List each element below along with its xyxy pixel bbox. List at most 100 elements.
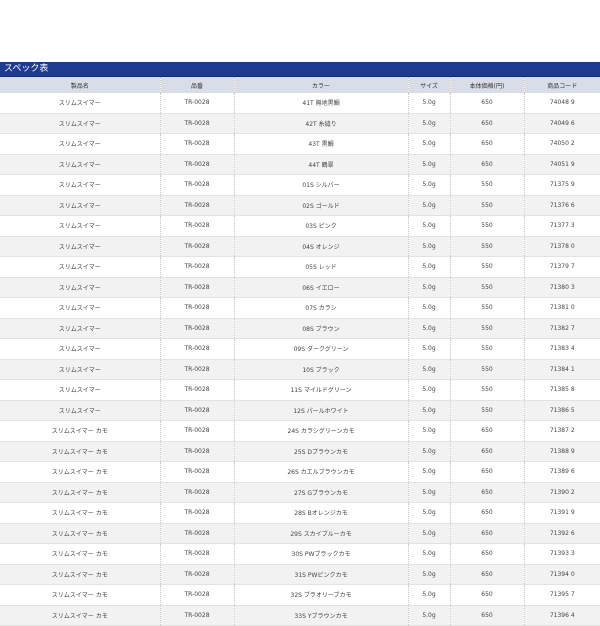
header-color: カラー bbox=[234, 77, 409, 93]
table-row: スリムスイマー カモ TR-0028 26S カエルブラウンカモ 5.0g 650 713… bbox=[0, 461, 600, 483]
cell-product-name: スリムスイマー カモ bbox=[0, 564, 161, 585]
cell-product-name: スリムスイマー bbox=[0, 174, 161, 196]
cell-size: 5.0g bbox=[408, 523, 451, 544]
cell-size: 5.0g bbox=[408, 236, 451, 257]
table-row: スリムスイマー TR-0028 07S カラシ 5.0g 550 71381 0 bbox=[0, 297, 600, 319]
cell-product-code: 71385 8 bbox=[524, 379, 600, 401]
cell-product-name: スリムスイマー bbox=[0, 113, 161, 134]
cell-color: 03S ピンク bbox=[234, 215, 409, 237]
table-row: スリムスイマー TR-0028 04S オレンジ 5.0g 550 71378 0 bbox=[0, 236, 600, 257]
cell-product-name: スリムスイマー カモ bbox=[0, 523, 161, 544]
spec-table-section: スペック表 製品名 品番 カラー サイズ 本体価格(円) 商品コード スリムスイ… bbox=[0, 62, 600, 626]
cell-part-number: TR-0028 bbox=[160, 318, 235, 339]
cell-price: 550 bbox=[450, 359, 525, 380]
cell-part-number: TR-0028 bbox=[160, 174, 235, 196]
table-row: スリムスイマー TR-0028 11S マイルドグリーン 5.0g 550 71385 8 bbox=[0, 379, 600, 401]
cell-color: 25S Dブラウンカモ bbox=[234, 441, 409, 462]
cell-color: 32S ブラオリーブカモ bbox=[234, 584, 409, 606]
cell-price: 550 bbox=[450, 379, 525, 401]
table-row: スリムスイマー TR-0028 44T 鶴翠 5.0g 650 74051 9 bbox=[0, 154, 600, 175]
cell-part-number: TR-0028 bbox=[160, 543, 235, 565]
cell-product-code: 71388 9 bbox=[524, 441, 600, 462]
cell-size: 5.0g bbox=[408, 461, 451, 483]
cell-part-number: TR-0028 bbox=[160, 564, 235, 585]
cell-price: 650 bbox=[450, 502, 525, 524]
cell-product-code: 71391 9 bbox=[524, 502, 600, 524]
cell-color: 41T 無地黒鯛 bbox=[234, 93, 409, 114]
cell-part-number: TR-0028 bbox=[160, 277, 235, 298]
cell-part-number: TR-0028 bbox=[160, 297, 235, 319]
cell-part-number: TR-0028 bbox=[160, 441, 235, 462]
cell-part-number: TR-0028 bbox=[160, 523, 235, 544]
cell-product-name: スリムスイマー bbox=[0, 359, 161, 380]
cell-size: 5.0g bbox=[408, 543, 451, 565]
cell-color: 31S PWピンクカモ bbox=[234, 564, 409, 585]
table-body: スリムスイマー TR-0028 41T 無地黒鯛 5.0g 650 74048 9 スリムス… bbox=[0, 93, 600, 626]
cell-size: 5.0g bbox=[408, 400, 451, 421]
cell-price: 650 bbox=[450, 523, 525, 544]
cell-product-code: 71394 0 bbox=[524, 564, 600, 585]
table-row: スリムスイマー TR-0028 03S ピンク 5.0g 550 71377 3 bbox=[0, 215, 600, 237]
table-row: スリムスイマー TR-0028 06S イエロー 5.0g 550 71380 3 bbox=[0, 277, 600, 298]
cell-part-number: TR-0028 bbox=[160, 420, 235, 442]
cell-size: 5.0g bbox=[408, 605, 451, 626]
cell-size: 5.0g bbox=[408, 502, 451, 524]
cell-product-code: 71375 9 bbox=[524, 174, 600, 196]
cell-product-code: 71395 7 bbox=[524, 584, 600, 606]
cell-product-code: 74048 9 bbox=[524, 93, 600, 114]
cell-color: 24S カラシグリーンカモ bbox=[234, 420, 409, 442]
cell-product-code: 71376 6 bbox=[524, 195, 600, 216]
cell-size: 5.0g bbox=[408, 277, 451, 298]
table-row: スリムスイマー カモ TR-0028 32S ブラオリーブカモ 5.0g 650 7139… bbox=[0, 584, 600, 606]
cell-product-code: 71392 6 bbox=[524, 523, 600, 544]
table-row: スリムスイマー TR-0028 41T 無地黒鯛 5.0g 650 74048 9 bbox=[0, 93, 600, 114]
cell-size: 5.0g bbox=[408, 584, 451, 606]
cell-color: 33S Yブラウンカモ bbox=[234, 605, 409, 626]
cell-size: 5.0g bbox=[408, 379, 451, 401]
table-row: スリムスイマー TR-0028 12S パールホワイト 5.0g 550 71386 5 bbox=[0, 400, 600, 421]
cell-product-name: スリムスイマー bbox=[0, 154, 161, 175]
cell-price: 650 bbox=[450, 441, 525, 462]
cell-price: 650 bbox=[450, 564, 525, 585]
cell-product-code: 74050 2 bbox=[524, 133, 600, 155]
cell-product-code: 71389 6 bbox=[524, 461, 600, 483]
cell-color: 06S イエロー bbox=[234, 277, 409, 298]
cell-part-number: TR-0028 bbox=[160, 215, 235, 237]
cell-color: 26S カエルブラウンカモ bbox=[234, 461, 409, 483]
cell-product-name: スリムスイマー bbox=[0, 338, 161, 360]
cell-part-number: TR-0028 bbox=[160, 379, 235, 401]
cell-part-number: TR-0028 bbox=[160, 113, 235, 134]
cell-part-number: TR-0028 bbox=[160, 482, 235, 503]
cell-price: 650 bbox=[450, 113, 525, 134]
cell-product-name: スリムスイマー カモ bbox=[0, 482, 161, 503]
cell-price: 650 bbox=[450, 584, 525, 606]
cell-size: 5.0g bbox=[408, 195, 451, 216]
cell-product-name: スリムスイマー カモ bbox=[0, 461, 161, 483]
cell-product-code: 74049 6 bbox=[524, 113, 600, 134]
cell-price: 550 bbox=[450, 215, 525, 237]
cell-color: 27S Gブラウンカモ bbox=[234, 482, 409, 503]
cell-product-code: 71383 4 bbox=[524, 338, 600, 360]
table-row: スリムスイマー カモ TR-0028 30S PWブラックカモ 5.0g 650 7139… bbox=[0, 543, 600, 565]
table-row: スリムスイマー TR-0028 01S シルバー 5.0g 550 71375 9 bbox=[0, 174, 600, 196]
cell-size: 5.0g bbox=[408, 215, 451, 237]
cell-part-number: TR-0028 bbox=[160, 236, 235, 257]
cell-color: 09S ダークグリーン bbox=[234, 338, 409, 360]
cell-product-name: スリムスイマー bbox=[0, 277, 161, 298]
cell-product-name: スリムスイマー bbox=[0, 379, 161, 401]
cell-color: 30S PWブラックカモ bbox=[234, 543, 409, 565]
cell-part-number: TR-0028 bbox=[160, 461, 235, 483]
cell-product-code: 71386 5 bbox=[524, 400, 600, 421]
cell-part-number: TR-0028 bbox=[160, 195, 235, 216]
table-row: スリムスイマー TR-0028 09S ダークグリーン 5.0g 550 71383 4 bbox=[0, 338, 600, 360]
header-product-code: 商品コード bbox=[524, 77, 600, 93]
cell-price: 550 bbox=[450, 236, 525, 257]
cell-part-number: TR-0028 bbox=[160, 584, 235, 606]
table-row: スリムスイマー TR-0028 42T 糸縫り 5.0g 650 74049 6 bbox=[0, 113, 600, 134]
table-row: スリムスイマー カモ TR-0028 24S カラシグリーンカモ 5.0g 650 713… bbox=[0, 420, 600, 442]
cell-color: 08S ブラウン bbox=[234, 318, 409, 339]
cell-price: 550 bbox=[450, 195, 525, 216]
table-row: スリムスイマー TR-0028 05S レッド 5.0g 550 71379 7 bbox=[0, 256, 600, 278]
table-row: スリムスイマー カモ TR-0028 25S Dブラウンカモ 5.0g 650 71388… bbox=[0, 441, 600, 462]
cell-color: 02S ゴールド bbox=[234, 195, 409, 216]
